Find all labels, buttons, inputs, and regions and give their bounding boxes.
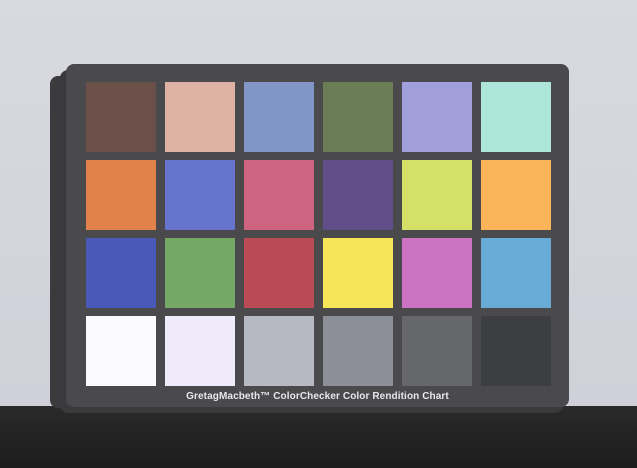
color-patch-r3-c6: [481, 238, 551, 308]
photo-scene: GretagMacbeth™ ColorChecker Color Rendit…: [0, 0, 637, 468]
color-patch-r1-c2: [165, 82, 235, 152]
color-patch-r4-c5: [402, 316, 472, 386]
color-patch-r4-c1: [86, 316, 156, 386]
color-patch-r1-c6: [481, 82, 551, 152]
colorchecker-card: GretagMacbeth™ ColorChecker Color Rendit…: [66, 64, 569, 407]
table-surface: [0, 406, 637, 468]
color-patch-r3-c1: [86, 238, 156, 308]
color-patch-r3-c4: [323, 238, 393, 308]
color-patch-r2-c5: [402, 160, 472, 230]
color-patch-grid: [86, 82, 551, 386]
color-patch-r2-c4: [323, 160, 393, 230]
color-patch-r1-c4: [323, 82, 393, 152]
color-patch-r3-c2: [165, 238, 235, 308]
chart-caption: GretagMacbeth™ ColorChecker Color Rendit…: [186, 391, 449, 402]
color-patch-r1-c5: [402, 82, 472, 152]
color-patch-r4-c6: [481, 316, 551, 386]
color-patch-r1-c1: [86, 82, 156, 152]
color-patch-r3-c5: [402, 238, 472, 308]
color-patch-r2-c3: [244, 160, 314, 230]
color-patch-r2-c2: [165, 160, 235, 230]
color-patch-r3-c3: [244, 238, 314, 308]
color-patch-r1-c3: [244, 82, 314, 152]
color-patch-r2-c6: [481, 160, 551, 230]
color-patch-r4-c2: [165, 316, 235, 386]
color-patch-r4-c3: [244, 316, 314, 386]
color-patch-r4-c4: [323, 316, 393, 386]
color-patch-r2-c1: [86, 160, 156, 230]
